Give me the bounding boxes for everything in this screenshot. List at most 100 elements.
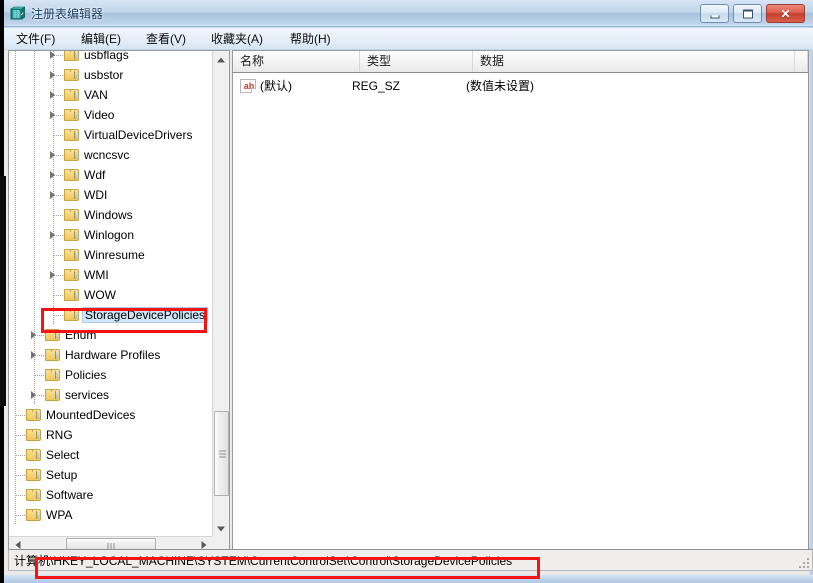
folder-icon <box>26 409 42 422</box>
tree-node-label: services <box>65 388 110 402</box>
tree-guide-line <box>15 305 16 325</box>
tree-node[interactable]: VirtualDeviceDrivers <box>9 125 213 145</box>
folder-icon <box>64 169 80 182</box>
tree-vertical-scrollbar-thumb[interactable] <box>214 411 229 496</box>
tree-node[interactable]: Policies <box>9 365 213 385</box>
column-extra[interactable] <box>795 51 808 72</box>
tree-node-label: Select <box>46 448 80 462</box>
expand-arrow-icon[interactable] <box>49 225 58 245</box>
tree-node[interactable]: VAN <box>9 85 213 105</box>
folder-icon <box>64 69 80 82</box>
tree-node[interactable]: StorageDevicePolicies <box>9 305 213 325</box>
tree-guide-line <box>54 315 64 316</box>
maximize-button[interactable] <box>733 4 762 23</box>
expand-arrow-icon[interactable] <box>49 185 58 205</box>
expand-arrow-icon[interactable] <box>49 145 58 165</box>
tree-guide-line <box>34 65 35 85</box>
tree-node[interactable]: Select <box>9 445 213 465</box>
tree-node-label: WOW <box>84 288 116 302</box>
column-data[interactable]: 数据 <box>473 51 795 72</box>
menu-file[interactable]: 文件(F) <box>12 31 59 48</box>
list-column-header[interactable]: 名称 类型 数据 <box>233 51 808 73</box>
tree-node[interactable]: WMI <box>9 265 213 285</box>
title-bar[interactable]: 注册表编辑器 ✕ <box>0 0 813 27</box>
menu-view[interactable]: 查看(V) <box>142 31 190 48</box>
tree-node[interactable]: Winresume <box>9 245 213 265</box>
expand-arrow-icon[interactable] <box>49 65 58 85</box>
folder-icon <box>64 309 80 322</box>
registry-value-list-pane[interactable]: 名称 类型 数据 ab (默认) REG_SZ (数值未设置) <box>232 50 809 554</box>
tree-node[interactable]: MountedDevices <box>9 405 213 425</box>
tree-guide-line <box>54 295 64 296</box>
tree-guide-line <box>15 145 16 165</box>
tree-node-label: WMI <box>84 268 109 282</box>
tree-node[interactable]: Video <box>9 105 213 125</box>
tree-node[interactable]: Hardware Profiles <box>9 345 213 365</box>
folder-icon <box>64 209 80 222</box>
tree-guide-line <box>34 51 35 65</box>
tree-node[interactable]: Enum <box>9 325 213 345</box>
chevron-right-icon <box>201 541 206 549</box>
tree-node-label-wrap: wcncsvc <box>84 145 129 165</box>
tree-node[interactable]: usbstor <box>9 65 213 85</box>
scroll-up-button[interactable] <box>213 51 229 68</box>
tree-node[interactable]: Setup <box>9 465 213 485</box>
tree-scroll-area: usbflags usbstor VAN Video VirtualDeviceDriv… <box>9 51 213 537</box>
tree-guide-line <box>16 515 26 516</box>
registry-tree-pane[interactable]: usbflags usbstor VAN Video VirtualDeviceDriv… <box>8 50 230 554</box>
folder-icon <box>26 509 42 522</box>
expand-arrow-icon[interactable] <box>30 345 39 365</box>
expand-arrow-icon[interactable] <box>30 325 39 345</box>
expand-arrow-icon[interactable] <box>49 85 58 105</box>
expand-arrow-icon[interactable] <box>49 51 58 65</box>
expand-arrow-icon[interactable] <box>30 385 39 405</box>
menu-favorites[interactable]: 收藏夹(A) <box>207 31 267 48</box>
tree-guide-line <box>34 185 35 205</box>
minimize-icon <box>710 15 719 18</box>
tree-node[interactable]: usbflags <box>9 51 213 65</box>
tree-guide-line <box>34 85 35 105</box>
tree-node-label: Software <box>46 488 94 502</box>
value-row[interactable]: ab (默认) REG_SZ (数值未设置) <box>233 76 808 96</box>
status-bar-path-panel: 计算机\HKEY_LOCAL_MACHINE\SYSTEM\CurrentCon… <box>10 551 602 570</box>
tree-vertical-scrollbar[interactable] <box>212 51 229 537</box>
tree-node[interactable]: RNG <box>9 425 213 445</box>
string-value-icon: ab <box>240 79 256 93</box>
tree-node-label-wrap: Video <box>84 105 114 125</box>
folder-icon <box>45 329 61 342</box>
folder-icon <box>64 229 80 242</box>
scroll-down-button[interactable] <box>213 520 229 537</box>
tree-node[interactable]: WOW <box>9 285 213 305</box>
tree-guide-line <box>15 185 16 205</box>
tree-guide-line <box>54 135 64 136</box>
tree-guide-line <box>34 165 35 185</box>
expand-arrow-icon[interactable] <box>49 165 58 185</box>
tree-node[interactable]: Software <box>9 485 213 505</box>
tree-node[interactable]: Windows <box>9 205 213 225</box>
tree-node-label-wrap: StorageDevicePolicies <box>82 305 209 325</box>
folder-icon <box>26 469 42 482</box>
resize-grip-icon[interactable] <box>799 558 809 568</box>
minimize-button[interactable] <box>700 4 729 23</box>
column-name[interactable]: 名称 <box>233 51 360 72</box>
tree-node-list: usbflags usbstor VAN Video VirtualDeviceDriv… <box>9 51 213 525</box>
expand-arrow-icon[interactable] <box>49 265 58 285</box>
menu-help[interactable]: 帮助(H) <box>286 31 335 48</box>
desktop-background-left-dark <box>0 176 6 406</box>
tree-node[interactable]: WDI <box>9 185 213 205</box>
close-button[interactable]: ✕ <box>766 4 805 23</box>
column-type[interactable]: 类型 <box>360 51 473 72</box>
tree-node[interactable]: WPA <box>9 505 213 525</box>
tree-node-label-wrap: RNG <box>46 425 73 445</box>
tree-node[interactable]: Wdf <box>9 165 213 185</box>
expand-arrow-icon[interactable] <box>49 105 58 125</box>
tree-node[interactable]: wcncsvc <box>9 145 213 165</box>
tree-node[interactable]: services <box>9 385 213 405</box>
window-title: 注册表编辑器 <box>31 7 104 21</box>
menu-edit[interactable]: 编辑(E) <box>77 31 125 48</box>
tree-node-label: WPA <box>46 508 73 522</box>
folder-icon <box>45 369 61 382</box>
tree-node-label: usbflags <box>84 51 129 62</box>
tree-node-label: WDI <box>84 188 108 202</box>
tree-node[interactable]: Winlogon <box>9 225 213 245</box>
